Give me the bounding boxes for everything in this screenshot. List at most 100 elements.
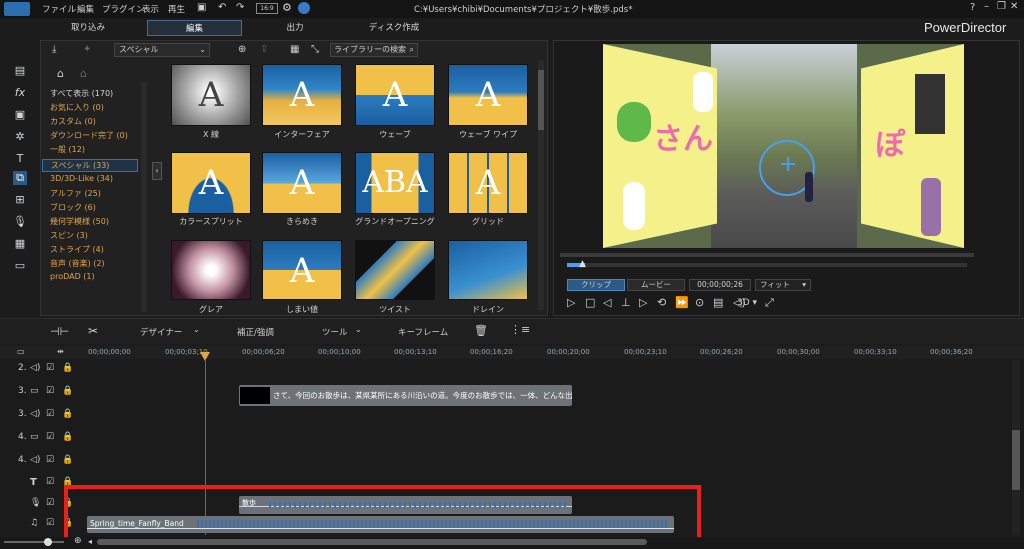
transition-room-icon[interactable]: ⧉ bbox=[13, 171, 27, 185]
menu-edit[interactable]: 編集 bbox=[77, 3, 94, 15]
transition-thumb-drain[interactable] bbox=[448, 240, 528, 300]
title-room-icon[interactable]: T bbox=[13, 152, 27, 166]
category-item[interactable]: 音声 (音楽) (2) bbox=[50, 258, 105, 269]
tab-disc[interactable]: ディスク作成 bbox=[362, 20, 426, 36]
help-button[interactable]: ? bbox=[970, 2, 975, 13]
zoom-slider-handle[interactable] bbox=[44, 538, 52, 546]
cut-icon[interactable]: ✂ bbox=[88, 324, 98, 338]
transition-thumb-grid[interactable]: A bbox=[448, 152, 528, 214]
snapshot-icon[interactable]: ⊙ bbox=[695, 296, 704, 309]
play-icon[interactable]: ▷ bbox=[567, 296, 575, 309]
chevron-down-icon[interactable]: ⌄ bbox=[355, 325, 362, 334]
transition-thumb-sparkle[interactable]: A bbox=[262, 152, 342, 214]
lock-icon[interactable]: 🔒 bbox=[62, 432, 73, 442]
favorite-tag-icon[interactable]: ⌂ bbox=[57, 67, 64, 80]
transition-thumb-grand-opening[interactable]: ABA bbox=[355, 152, 435, 214]
transition-thumb-xray[interactable]: A bbox=[171, 64, 251, 126]
stop-icon[interactable]: □ bbox=[585, 296, 595, 309]
pip-room-icon[interactable]: ▣ bbox=[13, 108, 27, 122]
movie-mode-button[interactable]: ムービー bbox=[627, 279, 685, 291]
enable-checkbox[interactable]: ☑ bbox=[46, 409, 54, 419]
new-folder-icon[interactable]: ⊕ bbox=[238, 44, 246, 55]
correction-menu[interactable]: 補正/強調 bbox=[237, 326, 274, 338]
voiceover-icon[interactable]: 🎙 bbox=[13, 215, 27, 229]
subtitle-icon[interactable]: ▤ bbox=[713, 296, 723, 309]
subtitle-room-icon[interactable]: ▭ bbox=[13, 259, 27, 273]
fit-timeline-icon[interactable]: ⇹ bbox=[57, 347, 64, 356]
seek-handle[interactable]: ▲ bbox=[579, 259, 586, 269]
lock-icon[interactable]: 🔒 bbox=[62, 455, 73, 465]
category-item[interactable]: 一般 (12) bbox=[50, 144, 85, 155]
library-search-input[interactable]: ライブラリーの検索 ⌕ bbox=[330, 43, 418, 57]
zoom-slider[interactable] bbox=[4, 541, 64, 543]
undo-icon[interactable]: ↶ bbox=[218, 2, 226, 13]
marker-icon[interactable]: ⊥ bbox=[621, 296, 631, 309]
subtitle-clip[interactable]: さて、今回のお散歩は、某県某所にある川沿いの道。今度のお散歩では、一体、どんな出… bbox=[239, 385, 572, 406]
tab-produce[interactable]: 出力 bbox=[270, 20, 320, 36]
category-item[interactable]: すべて表示 (170) bbox=[50, 88, 113, 99]
upgrade-icon[interactable] bbox=[298, 2, 310, 14]
move-cross-icon[interactable]: + bbox=[779, 152, 797, 177]
zoom-in-icon[interactable]: ⊕ bbox=[74, 536, 82, 546]
collapse-panel-button[interactable]: ‹ bbox=[152, 162, 162, 180]
resize-icon[interactable]: ⤡ bbox=[311, 44, 319, 55]
resolution-icon[interactable]: 16:9 bbox=[256, 3, 278, 14]
category-item[interactable]: 3D/3D-Like (34) bbox=[50, 174, 113, 183]
minimize-icon[interactable]: – bbox=[984, 1, 989, 12]
untag-icon[interactable]: ⌂ bbox=[80, 67, 87, 80]
three-d-toggle[interactable]: 3D ▾ bbox=[737, 298, 757, 308]
category-item[interactable]: アルファ (25) bbox=[50, 188, 101, 199]
designer-menu[interactable]: デザイナー bbox=[140, 326, 182, 338]
chevron-down-icon[interactable]: ⌄ bbox=[193, 325, 200, 334]
lock-icon[interactable]: 🔒 bbox=[62, 363, 73, 373]
settings-icon[interactable]: ⚙ bbox=[282, 1, 292, 14]
category-item[interactable]: 幾何学模様 (50) bbox=[50, 216, 109, 227]
split-marker-icon[interactable]: ⊣⊢ bbox=[50, 325, 69, 338]
zoom-dropdown[interactable]: フィット ▾ bbox=[755, 279, 811, 291]
library-scrollbar[interactable] bbox=[538, 60, 544, 310]
category-item[interactable]: ブロック (6) bbox=[50, 202, 96, 213]
category-scrollbar[interactable] bbox=[141, 82, 147, 312]
preview-scrollbar[interactable] bbox=[560, 253, 974, 257]
transition-thumb-wave[interactable]: A bbox=[355, 64, 435, 126]
prev-frame-icon[interactable]: ◁ bbox=[603, 296, 611, 309]
enable-checkbox[interactable]: ☑ bbox=[46, 518, 54, 528]
transition-thumb-color-split[interactable]: A bbox=[171, 152, 251, 214]
category-item[interactable]: proDAD (1) bbox=[50, 272, 95, 281]
lock-icon[interactable]: 🔒 bbox=[62, 386, 73, 396]
next-frame-icon[interactable]: ▷ bbox=[639, 296, 647, 309]
menu-playback[interactable]: 再生 bbox=[168, 3, 185, 15]
maximize-icon[interactable]: ❐ bbox=[997, 1, 1006, 12]
category-item[interactable]: ストライプ (4) bbox=[50, 244, 104, 255]
keyframe-button[interactable]: キーフレーム bbox=[398, 326, 448, 338]
category-item[interactable]: ダウンロード完了 (0) bbox=[50, 130, 128, 141]
scroll-left-icon[interactable]: ◂ bbox=[88, 537, 92, 546]
category-item[interactable]: スピン (3) bbox=[50, 230, 88, 241]
fx-room-icon[interactable]: fx bbox=[13, 86, 27, 100]
timecode-field[interactable]: 00;00;00;26 bbox=[689, 279, 751, 291]
timeline-vscroll[interactable] bbox=[1012, 360, 1020, 535]
save-icon[interactable]: ▣ bbox=[197, 2, 206, 13]
timeline-scrollbar[interactable] bbox=[97, 539, 647, 545]
chapter-room-icon[interactable]: ▦ bbox=[13, 237, 27, 251]
lock-icon[interactable]: 🔒 bbox=[62, 409, 73, 419]
redo-icon[interactable]: ↷ bbox=[236, 2, 244, 13]
transition-thumb-glare[interactable] bbox=[171, 240, 251, 300]
fast-forward-icon[interactable]: ⏩ bbox=[675, 296, 689, 309]
view-icon[interactable]: ▦ bbox=[290, 44, 299, 55]
category-item[interactable]: カスタム (0) bbox=[50, 116, 96, 127]
plugin-icon[interactable]: ✦ bbox=[83, 44, 91, 55]
close-icon[interactable]: ✕ bbox=[1010, 1, 1018, 12]
transition-thumb-wave-wipe[interactable]: A bbox=[448, 64, 528, 126]
import-icon[interactable]: ⤓ bbox=[52, 44, 56, 55]
enable-checkbox[interactable]: ☑ bbox=[46, 386, 54, 396]
transition-thumb-interfere[interactable]: A bbox=[262, 64, 342, 126]
menu-plugins[interactable]: プラグイン bbox=[102, 3, 145, 15]
media-room-icon[interactable]: ▤ bbox=[13, 64, 27, 78]
share-icon[interactable]: ⇪ bbox=[260, 44, 268, 55]
undock-icon[interactable]: ⤢ bbox=[765, 296, 774, 310]
tools-menu[interactable]: ツール bbox=[322, 326, 348, 338]
category-dropdown[interactable]: スペシャル ⌄ bbox=[114, 43, 210, 57]
tab-capture[interactable]: 取り込み bbox=[60, 20, 116, 36]
category-item-selected[interactable]: スペシャル (33) bbox=[42, 159, 138, 172]
